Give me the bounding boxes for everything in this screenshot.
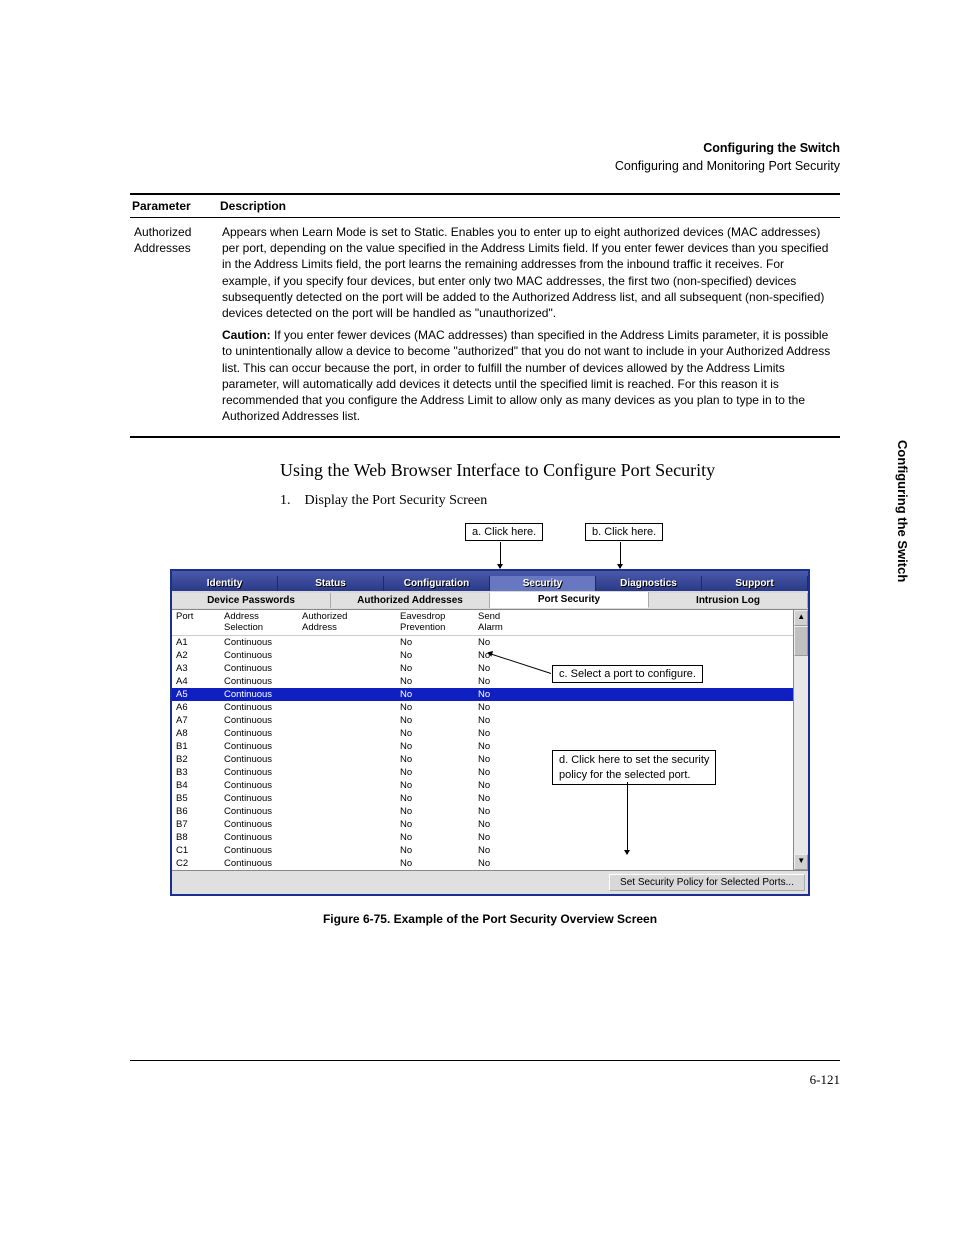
param-name: Authorized Addresses [130,218,218,438]
header-subtitle: Configuring and Monitoring Port Security [615,159,840,173]
arrow-b-icon [620,542,621,568]
scroll-down-icon[interactable]: ▼ [794,854,808,870]
table-row[interactable]: B6ContinuousNoNo [172,805,793,818]
annot-d-line-icon [627,782,628,854]
subtab-device-passwords[interactable]: Device Passwords [172,593,331,608]
col-parameter: Parameter [130,194,218,218]
vertical-scrollbar[interactable]: ▲ ▼ [793,610,808,870]
figure-wrapper: a. Click here. b. Click here. IdentitySt… [170,523,810,926]
table-row[interactable]: A8ContinuousNoNo [172,727,793,740]
arrow-a-icon [500,542,501,568]
col-port: Port [172,610,220,635]
scroll-up-icon[interactable]: ▲ [794,610,808,626]
col-description: Description [218,194,840,218]
footer-rule [130,1060,840,1061]
table-row[interactable]: B8ContinuousNoNo [172,831,793,844]
desc-paragraph-2: Caution: If you enter fewer devices (MAC… [222,327,836,424]
table-row[interactable]: A6ContinuousNoNo [172,701,793,714]
sub-tabs: Device PasswordsAuthorized AddressesPort… [172,591,808,610]
desc-paragraph-1: Appears when Learn Mode is set to Static… [222,224,836,321]
caution-text: If you enter fewer devices (MAC addresse… [222,328,830,423]
app-footer: Set Security Policy for Selected Ports..… [172,870,808,894]
parameter-table: Parameter Description Authorized Address… [130,193,840,438]
subtab-port-security[interactable]: Port Security [490,592,649,608]
tab-identity[interactable]: Identity [172,576,278,591]
main-tabs: IdentityStatusConfigurationSecurityDiagn… [172,571,808,591]
caution-label: Caution: [222,328,271,342]
col-auth-addr: Authorized Address [298,610,396,635]
callout-d: d. Click here to set the security policy… [552,750,716,785]
table-row[interactable]: A7ContinuousNoNo [172,714,793,727]
tab-status[interactable]: Status [278,576,384,591]
col-send-alarm: Send Alarm [474,610,793,635]
tab-security[interactable]: Security [490,576,596,591]
table-row[interactable]: A5ContinuousNoNo [172,688,793,701]
callout-a: a. Click here. [465,523,543,541]
param-description: Appears when Learn Mode is set to Static… [218,218,840,438]
table-row[interactable]: A1ContinuousNoNo [172,636,793,650]
callout-row: a. Click here. b. Click here. [170,523,810,569]
table-row[interactable]: C2ContinuousNoNo [172,857,793,870]
table-row[interactable]: C1ContinuousNoNo [172,844,793,857]
scroll-track[interactable] [794,626,808,854]
callout-b: b. Click here. [585,523,663,541]
col-eavesdrop: Eavesdrop Prevention [396,610,474,635]
tab-diagnostics[interactable]: Diagnostics [596,576,702,591]
subtab-intrusion-log[interactable]: Intrusion Log [649,593,808,608]
step-1: 1. Display the Port Security Screen [280,493,840,509]
side-thumb-label: Configuring the Switch [895,440,910,582]
col-addr-sel: Address Selection [220,610,298,635]
table-row[interactable]: A2ContinuousNoNo [172,649,793,662]
table-row[interactable]: B5ContinuousNoNo [172,792,793,805]
table-row[interactable]: B7ContinuousNoNo [172,818,793,831]
page-number: 6-121 [810,1072,840,1088]
page-header: Configuring the Switch Configuring and M… [130,140,840,175]
header-title: Configuring the Switch [703,141,840,155]
subtab-authorized-addresses[interactable]: Authorized Addresses [331,593,490,608]
tab-configuration[interactable]: Configuration [384,576,490,591]
figure-caption: Figure 6-75. Example of the Port Securit… [170,912,810,926]
scroll-thumb[interactable] [794,626,808,656]
tab-support[interactable]: Support [702,576,808,591]
callout-c: c. Select a port to configure. [552,665,703,683]
section-title: Using the Web Browser Interface to Confi… [280,460,840,481]
grid-area: Port Address Selection Authorized Addres… [172,610,808,870]
port-table[interactable]: Port Address Selection Authorized Addres… [172,610,793,870]
port-security-app: IdentityStatusConfigurationSecurityDiagn… [170,569,810,896]
set-security-policy-button[interactable]: Set Security Policy for Selected Ports..… [609,874,805,891]
